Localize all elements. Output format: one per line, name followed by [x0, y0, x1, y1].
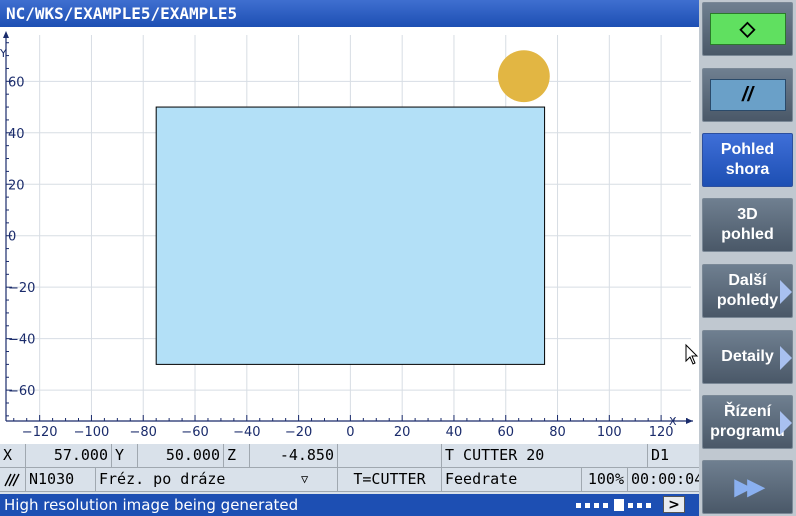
- y-axis-name: Y: [0, 47, 7, 60]
- x-tick-label: −20: [285, 425, 312, 440]
- tool-path-icon: [4, 473, 20, 486]
- feedrate-label: Feedrate: [442, 468, 582, 491]
- tool-name: T CUTTER 20: [442, 444, 648, 467]
- softkey-reset[interactable]: //: [702, 68, 793, 122]
- z-label: Z: [224, 444, 250, 467]
- x-tick-label: −80: [130, 425, 157, 440]
- status-empty-cell: [338, 444, 442, 467]
- x-tick-label: 20: [394, 425, 411, 440]
- softkey-other-views-label: Další pohledy: [716, 272, 779, 309]
- y-tick-label: −40: [8, 333, 35, 348]
- window-title: NC/WKS/EXAMPLE5/EXAMPLE5: [0, 0, 699, 27]
- softkey-top-view-label: Pohled shora: [720, 141, 775, 178]
- y-tick-label: 0: [8, 230, 16, 245]
- fast-forward-icon: ▶▶: [734, 474, 765, 499]
- elapsed-time: 00:00:04: [631, 470, 699, 488]
- simulation-graph[interactable]: X Y −120 −100 −80 −60 −40 −20 0 20 40 60 80 100 1206…: [0, 27, 699, 444]
- softkey-fast-forward[interactable]: ▶▶: [702, 460, 793, 514]
- message-bar: High resolution image being generated >: [0, 494, 699, 516]
- play-button[interactable]: >: [663, 496, 685, 513]
- operation-name: Fréz. po dráze: [99, 470, 226, 488]
- y-label: Y: [112, 444, 138, 467]
- block-number: N1030: [26, 468, 96, 491]
- softkey-top-view[interactable]: Pohled shora: [702, 133, 793, 187]
- softkey-details-label: Detaily: [721, 348, 774, 365]
- workpiece-rectangle: [155, 106, 546, 365]
- z-value: -4.850: [250, 444, 338, 467]
- y-tick-label: 60: [8, 75, 25, 90]
- tool-cutter-circle: [497, 50, 550, 103]
- x-tick-label: 120: [649, 425, 674, 440]
- x-tick-label: −40: [233, 425, 260, 440]
- softkey-program-control-label: Řízení programu: [710, 403, 785, 440]
- softkey-cycle-start[interactable]: ◇: [702, 2, 793, 56]
- feed-override: 100%: [582, 468, 628, 491]
- x-tick-label: −60: [181, 425, 208, 440]
- position-row: X 57.000 Y 50.000 Z -4.850 T CUTTER 20 D…: [0, 444, 699, 468]
- operation-dropdown-arrow-icon[interactable]: ▽: [298, 468, 338, 491]
- softkey-details[interactable]: Detaily: [702, 330, 793, 384]
- softkey-other-views[interactable]: Další pohledy: [702, 264, 793, 318]
- tool-type: T=CUTTER: [338, 468, 442, 491]
- y-axis-arrow-icon: [3, 31, 9, 38]
- more-arrow-icon: [780, 280, 792, 304]
- y-tick-label: −60: [8, 384, 35, 399]
- x-tick-label: −120: [22, 425, 58, 440]
- status-message: High resolution image being generated: [4, 496, 299, 514]
- softkey-program-control[interactable]: Řízení programu: [702, 395, 793, 449]
- softkey-3d-view[interactable]: 3D pohled: [702, 198, 793, 252]
- x-tick-label: 40: [446, 425, 463, 440]
- x-tick-label: 0: [346, 425, 354, 440]
- x-tick-label: 100: [597, 425, 622, 440]
- simulation-view[interactable]: X Y −120 −100 −80 −60 −40 −20 0 20 40 60 80 100 120 6…: [0, 27, 700, 444]
- softkey-reset-label: //: [741, 84, 754, 106]
- y-tick-label: 20: [8, 178, 25, 193]
- status-panel: X 57.000 Y 50.000 Z -4.850 T CUTTER 20 D…: [0, 444, 699, 494]
- mouse-cursor-icon: [685, 343, 699, 365]
- x-tick-label: 80: [549, 425, 566, 440]
- cycle-start-icon: ◇: [709, 13, 786, 45]
- y-tick-label: −20: [8, 281, 35, 296]
- tool-path-icon-cell: [0, 468, 26, 491]
- more-arrow-icon: [780, 411, 792, 435]
- softkey-3d-view-label: 3D pohled: [721, 206, 774, 243]
- x-tick-label: −100: [74, 425, 110, 440]
- y-value: 50.000: [138, 444, 224, 467]
- x-tick-label: 60: [497, 425, 514, 440]
- x-label: X: [0, 444, 26, 467]
- y-tick-label: 40: [8, 127, 25, 142]
- softkey-cycle-start-label: ◇: [739, 18, 756, 40]
- reset-icon: //: [709, 79, 786, 111]
- more-arrow-icon: [780, 346, 792, 370]
- program-row: N1030 Fréz. po dráze ▽ T=CUTTER Feedrate…: [0, 468, 699, 492]
- vertical-softkey-bar: ◇ // Pohled shora 3D pohled Další pohled…: [699, 0, 796, 516]
- x-value: 57.000: [26, 444, 112, 467]
- d-number: D1: [651, 446, 670, 464]
